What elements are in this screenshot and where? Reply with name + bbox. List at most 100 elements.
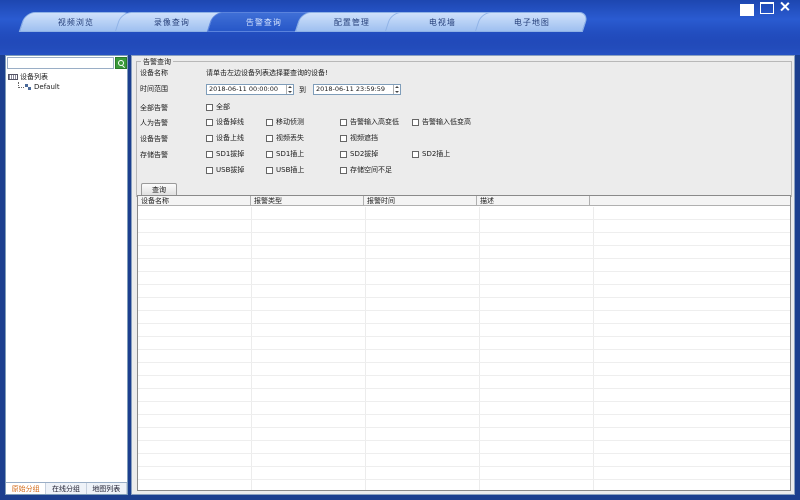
tab-label: 电子地图: [514, 17, 550, 27]
column-header-empty: [590, 196, 790, 205]
sidebar-bottom-tabs: 原始分组 在线分组 地图列表: [6, 482, 127, 494]
all-alarm-label: 全部告警: [140, 104, 168, 112]
checkbox-usb-removed[interactable]: USB拔掉: [206, 165, 244, 175]
checkbox-alarm-input-high-to-low[interactable]: 告警输入高变低: [340, 117, 399, 127]
checkbox-icon: [340, 166, 347, 174]
checkbox-label: SD1拔掉: [216, 150, 245, 158]
checkbox-icon: [340, 134, 347, 142]
group-title: 告警查询: [141, 57, 173, 67]
checkbox-icon: [206, 166, 213, 174]
spin-icon[interactable]: [286, 85, 293, 94]
restore-button[interactable]: [760, 2, 774, 14]
start-time-value: 2018-06-11 00:00:00: [209, 85, 279, 93]
alarm-query-panel: 告警查询 设备名称 请单击左边设备列表选择要查询的设备! 时间范围 2018-0…: [131, 55, 795, 495]
checkbox-label: 全部: [216, 103, 230, 111]
table-header: 设备名称 报警类型 报警时间 描述: [138, 196, 790, 206]
checkbox-icon: [206, 103, 213, 111]
device-sidebar: 设备列表 Default 原始分组 在线分组 地图列表: [5, 55, 128, 495]
checkbox-label: 告警输入低变高: [422, 118, 471, 126]
spin-icon[interactable]: [393, 85, 400, 94]
checkbox-icon: [412, 150, 419, 158]
checkbox-label: SD2插上: [422, 150, 451, 158]
checkbox-icon: [340, 118, 347, 126]
checkbox-sd1-inserted[interactable]: SD1插上: [266, 149, 304, 159]
column-header-description[interactable]: 描述: [477, 196, 590, 205]
minimize-icon: [740, 4, 754, 16]
checkbox-label: USB拔掉: [216, 166, 245, 174]
tab-original-group[interactable]: 原始分组: [6, 483, 47, 494]
tree-branch-icon: [18, 82, 24, 88]
end-time-field[interactable]: 2018-06-11 23:59:59: [313, 84, 401, 95]
device-alarm-label: 设备告警: [140, 135, 168, 143]
column-header-alarm-time[interactable]: 报警时间: [364, 196, 477, 205]
checkbox-label: 告警输入高变低: [350, 118, 399, 126]
checkbox-label: 视频丢失: [276, 134, 304, 142]
tab-label: 视频浏览: [58, 17, 94, 27]
checkbox-alarm-input-low-to-high[interactable]: 告警输入低变高: [412, 117, 471, 127]
table-body[interactable]: [138, 207, 790, 490]
tree-item-label: Default: [34, 83, 60, 91]
checkbox-label: 存储空间不足: [350, 166, 392, 174]
checkbox-icon: [206, 118, 213, 126]
tab-map-list[interactable]: 地图列表: [87, 483, 127, 494]
column-header-alarm-type[interactable]: 报警类型: [251, 196, 364, 205]
tab-label: 配置管理: [334, 17, 370, 27]
device-search-input[interactable]: [7, 57, 114, 69]
time-range-label: 时间范围: [140, 85, 168, 93]
checkbox-icon: [206, 150, 213, 158]
checkbox-sd1-removed[interactable]: SD1拔掉: [206, 149, 244, 159]
checkbox-icon: [266, 134, 273, 142]
checkbox-icon: [266, 166, 273, 174]
checkbox-icon: [340, 150, 347, 158]
tree-item-device-list[interactable]: 设备列表: [8, 72, 60, 82]
device-select-hint: 请单击左边设备列表选择要查询的设备!: [206, 69, 328, 77]
checkbox-video-blocked[interactable]: 视频遮挡: [340, 133, 378, 143]
checkbox-device-offline[interactable]: 设备掉线: [206, 117, 244, 127]
device-name-label: 设备名称: [140, 69, 168, 77]
tree-item-default[interactable]: Default: [8, 82, 60, 92]
checkbox-label: SD1插上: [276, 150, 305, 158]
window-controls: [740, 2, 794, 16]
start-time-field[interactable]: 2018-06-11 00:00:00: [206, 84, 294, 95]
checkbox-icon: [266, 118, 273, 126]
checkbox-label: SD2拔掉: [350, 150, 379, 158]
tab-online-group[interactable]: 在线分组: [46, 483, 87, 494]
checkbox-label: 设备上线: [216, 134, 244, 142]
checkbox-device-online[interactable]: 设备上线: [206, 133, 244, 143]
checkbox-label: 设备掉线: [216, 118, 244, 126]
checkbox-all[interactable]: 全部: [206, 102, 230, 112]
checkbox-icon: [266, 150, 273, 158]
storage-alarm-label: 存储告警: [140, 151, 168, 159]
checkbox-usb-inserted[interactable]: USB插上: [266, 165, 304, 175]
tab-label: 电视墙: [428, 17, 456, 27]
end-time-value: 2018-06-11 23:59:59: [316, 85, 386, 93]
group-icon: [25, 83, 32, 91]
checkbox-label: 视频遮挡: [350, 134, 378, 142]
close-button[interactable]: [780, 2, 794, 14]
checkbox-storage-full[interactable]: 存储空间不足: [340, 165, 392, 175]
close-icon: [780, 2, 794, 14]
alarm-results-table: 设备名称 报警类型 报警时间 描述: [137, 195, 791, 491]
checkbox-motion-detection[interactable]: 移动侦测: [266, 117, 304, 127]
checkbox-sd2-inserted[interactable]: SD2插上: [412, 149, 450, 159]
checkbox-label: USB插上: [276, 166, 305, 174]
tab-label: 告警查询: [246, 17, 282, 27]
top-navigation-bar: 视频浏览 录像查询 告警查询 配置管理 电视墙 电子地图: [0, 0, 800, 55]
tab-label: 录像查询: [154, 17, 190, 27]
checkbox-icon: [412, 118, 419, 126]
restore-icon: [760, 2, 774, 14]
main-tabs: 视频浏览 录像查询 告警查询 配置管理 电视墙 电子地图: [0, 12, 600, 32]
search-button[interactable]: [115, 57, 127, 69]
minimize-button[interactable]: [740, 2, 754, 16]
device-list-icon: [8, 74, 18, 80]
checkbox-sd2-removed[interactable]: SD2拔掉: [340, 149, 378, 159]
device-tree: 设备列表 Default: [8, 72, 60, 92]
checkbox-video-loss[interactable]: 视频丢失: [266, 133, 304, 143]
tree-item-label: 设备列表: [20, 73, 48, 81]
tab-electronic-map[interactable]: 电子地图: [474, 12, 590, 32]
device-search-row: [7, 57, 127, 69]
alarm-query-groupbox: 告警查询 设备名称 请单击左边设备列表选择要查询的设备! 时间范围 2018-0…: [136, 57, 792, 197]
column-header-device-name[interactable]: 设备名称: [138, 196, 251, 205]
manual-alarm-label: 人为告警: [140, 119, 168, 127]
checkbox-label: 移动侦测: [276, 118, 304, 126]
